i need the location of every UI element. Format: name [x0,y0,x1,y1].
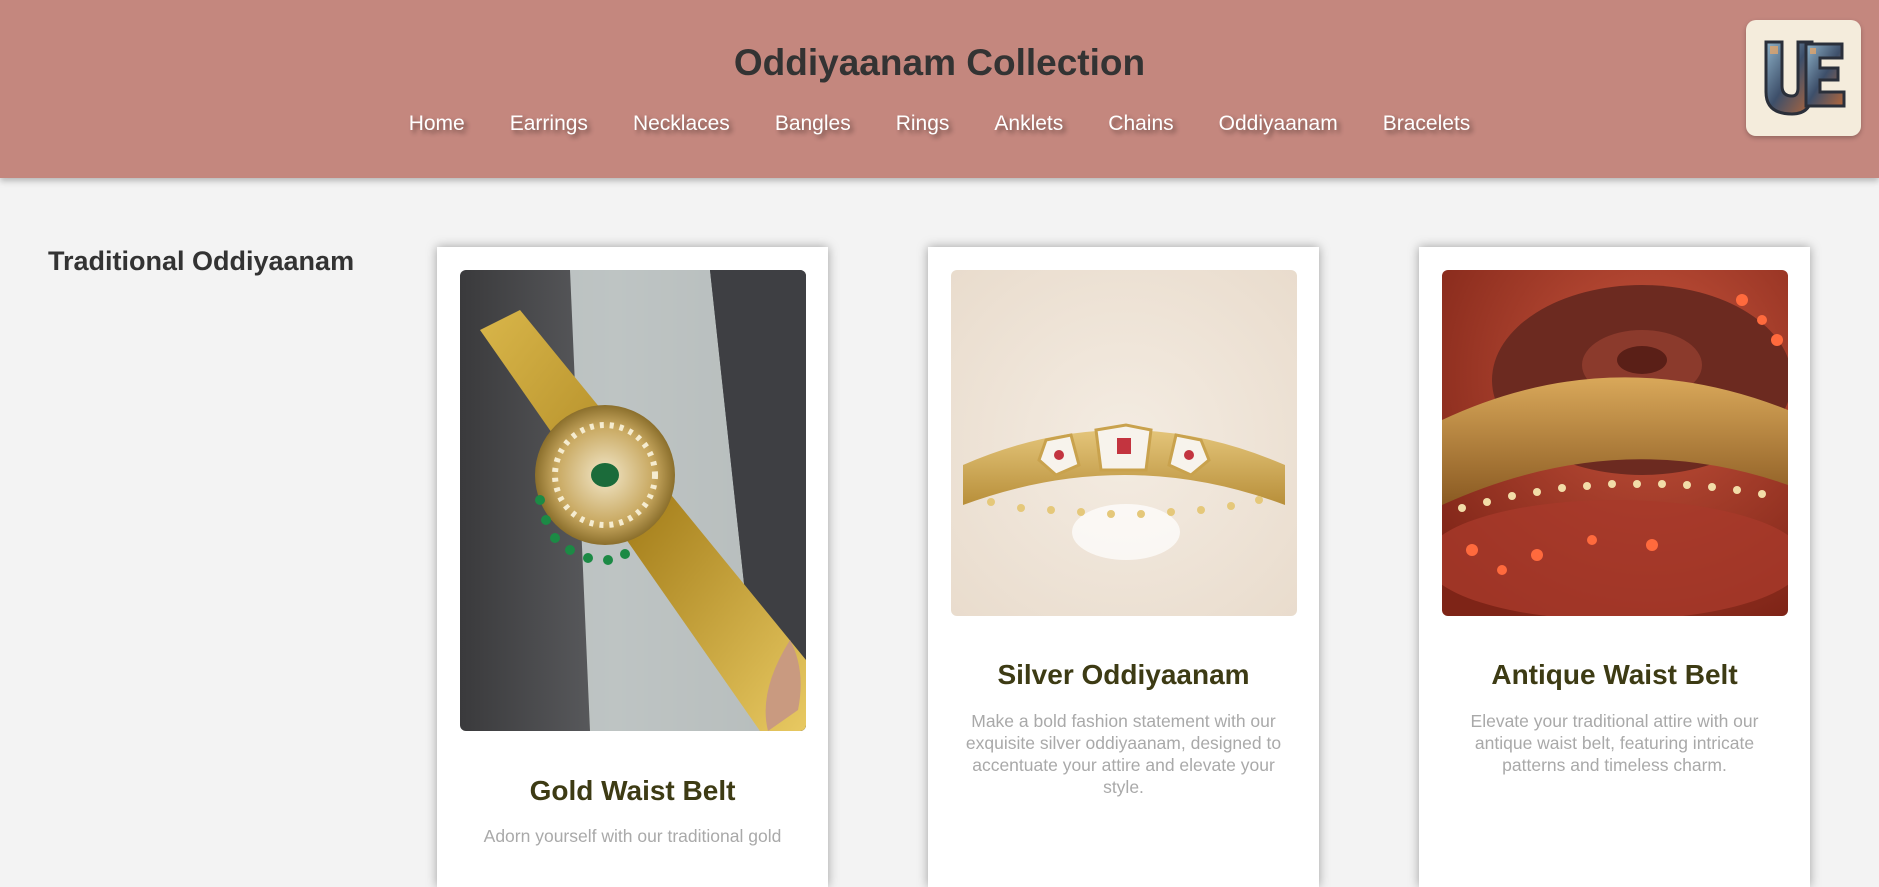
nav-oddiyaanam[interactable]: Oddiyaanam [1219,112,1338,136]
nav-bracelets[interactable]: Bracelets [1383,112,1471,136]
product-image-silver-oddiyaanam[interactable] [951,270,1297,616]
nav-rings[interactable]: Rings [896,112,950,136]
product-description: Elevate your traditional attire with our… [1470,711,1759,775]
nav-bangles[interactable]: Bangles [775,112,851,136]
section-title: Traditional Oddiyaanam [48,246,355,276]
product-image-gold-waist-belt[interactable] [460,270,806,731]
brand-logo-graphic [1764,40,1845,116]
product-title: Gold Waist Belt [529,775,736,806]
product-image-antique-waist-belt[interactable] [1442,270,1788,616]
main-nav: Home Earrings Necklaces Bangles Rings An… [0,112,1879,136]
site-header: Oddiyaanam Collection Home Earrings Neck… [0,0,1879,178]
product-title: Silver Oddiyaanam [997,659,1250,690]
brand-logo[interactable]: UE [1746,20,1861,136]
silver-oddiyaanam-photo [951,270,1297,616]
site-title: Oddiyaanam Collection [733,42,1146,83]
product-card-gold-waist-belt[interactable]: Gold Waist Belt Adorn yourself with our … [437,247,828,887]
nav-home[interactable]: Home [409,112,465,136]
product-card-antique-waist-belt[interactable]: Antique Waist Belt Elevate your traditio… [1419,247,1810,887]
gold-waist-belt-photo [460,270,806,731]
antique-waist-belt-photo [1442,270,1788,616]
nav-chains[interactable]: Chains [1108,112,1173,136]
product-card-silver-oddiyaanam[interactable]: Silver Oddiyaanam Make a bold fashion st… [928,247,1319,887]
product-title: Antique Waist Belt [1491,659,1738,690]
nav-earrings[interactable]: Earrings [510,112,588,136]
product-description: Make a bold fashion statement with our e… [965,711,1282,797]
nav-necklaces[interactable]: Necklaces [633,112,730,136]
nav-anklets[interactable]: Anklets [994,112,1063,136]
